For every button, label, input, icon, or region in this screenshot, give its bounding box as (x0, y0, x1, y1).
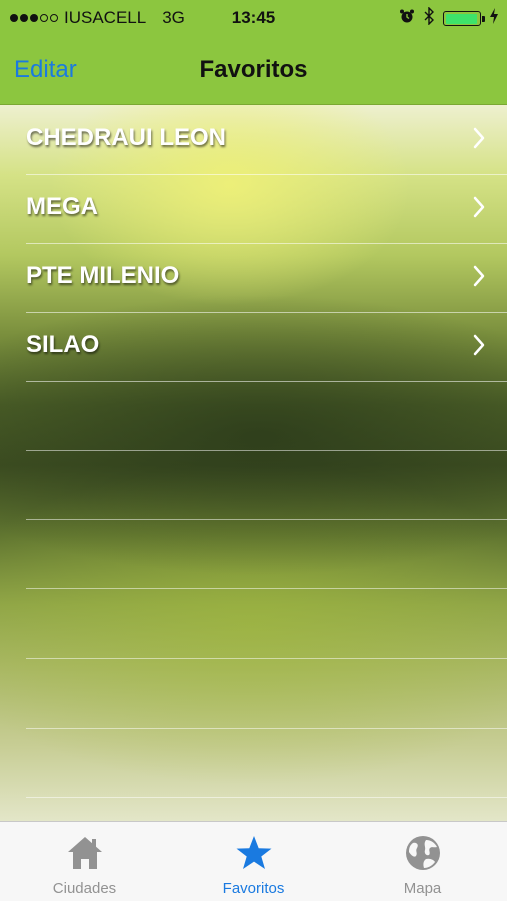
tab-label: Favoritos (222, 880, 285, 897)
status-right (399, 6, 499, 30)
empty-row-divider (26, 728, 507, 729)
favorite-row-pte-milenio[interactable]: PTE MILENIO (26, 243, 507, 313)
battery-icon (443, 11, 485, 26)
empty-row-divider (26, 588, 507, 589)
globe-icon (404, 834, 442, 872)
favorite-row-mega[interactable]: MEGA (26, 174, 507, 244)
chevron-right-icon (473, 265, 485, 292)
house-icon (66, 834, 104, 872)
empty-row-divider (26, 519, 507, 520)
empty-row-divider (26, 450, 507, 451)
tab-mapa[interactable]: Mapa (338, 822, 507, 901)
favorite-label: SILAO (26, 331, 100, 358)
favorite-label: CHEDRAUI LEON (26, 124, 227, 151)
chevron-right-icon (473, 334, 485, 361)
star-icon (235, 834, 273, 872)
favorite-row-silao[interactable]: SILAO (26, 312, 507, 382)
tab-ciudades[interactable]: Ciudades (0, 822, 169, 901)
navigation-bar: Editar Favoritos (0, 36, 507, 105)
charging-bolt-icon (489, 8, 499, 29)
tab-label: Ciudades (52, 880, 117, 897)
favorites-list: CHEDRAUI LEON MEGA PTE MILENIO SILAO (0, 105, 507, 821)
tab-label: Mapa (403, 880, 442, 897)
tab-favoritos[interactable]: Favoritos (169, 822, 338, 901)
favorite-row-chedraui-leon[interactable]: CHEDRAUI LEON (26, 105, 507, 175)
chevron-right-icon (473, 127, 485, 154)
tab-bar: Ciudades Favoritos Mapa (0, 821, 507, 901)
status-bar: IUSACELL 3G 13:45 (0, 0, 507, 36)
favorite-label: MEGA (26, 193, 98, 220)
favorite-label: PTE MILENIO (26, 262, 180, 289)
empty-row-divider (26, 797, 507, 798)
empty-row-divider (26, 658, 507, 659)
bluetooth-icon (423, 6, 435, 30)
chevron-right-icon (473, 196, 485, 223)
alarm-clock-icon (399, 8, 415, 29)
page-title: Favoritos (199, 56, 308, 83)
